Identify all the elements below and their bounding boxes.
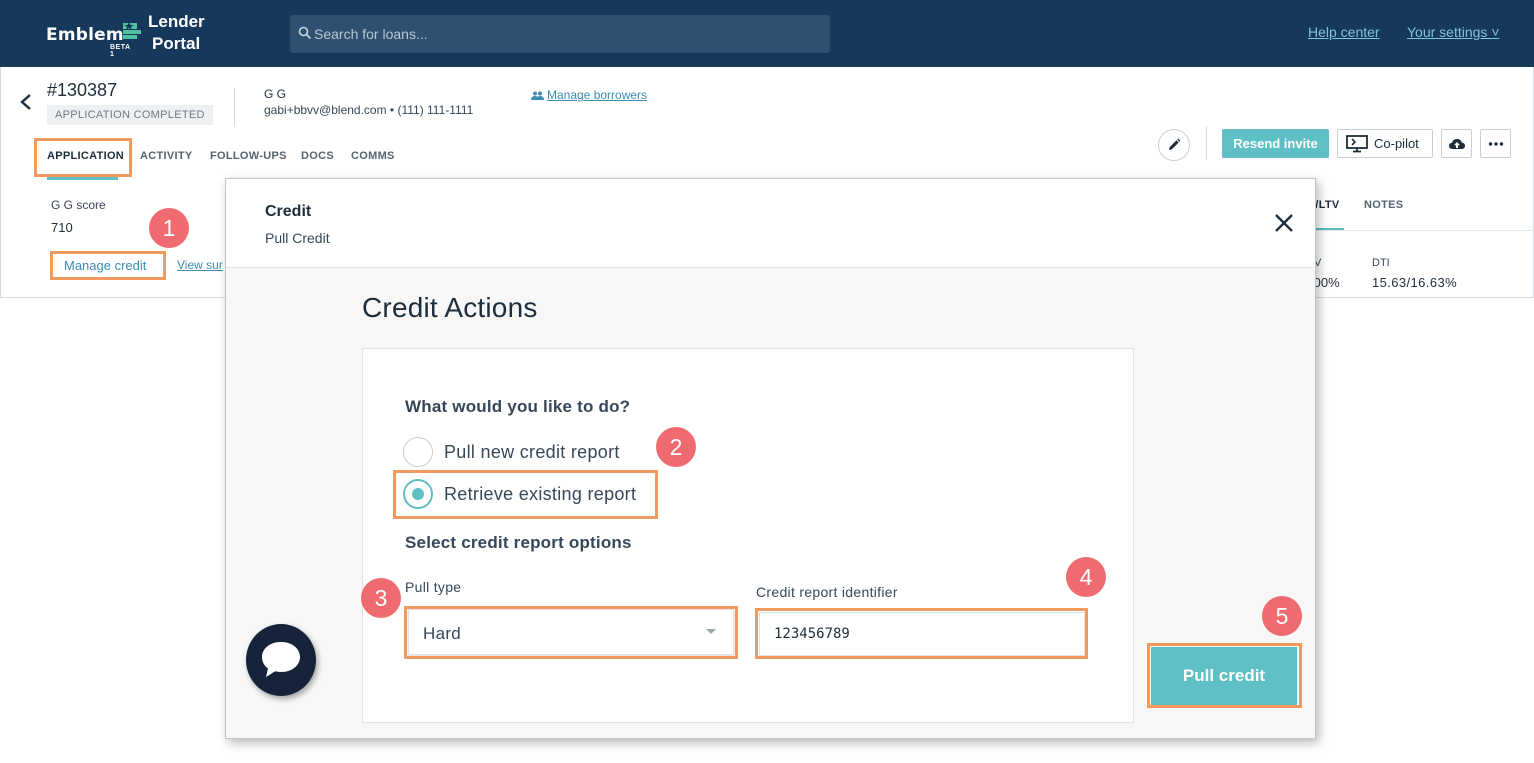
loan-search xyxy=(290,15,830,53)
callout-2: 2 xyxy=(656,427,696,467)
flag-icon xyxy=(123,22,141,39)
help-center-link[interactable]: Help center xyxy=(1308,24,1380,40)
tab-activity[interactable]: ACTIVITY xyxy=(140,150,193,162)
tab-notes[interactable]: NOTES xyxy=(1364,199,1403,211)
logo-lender: Lender xyxy=(148,12,205,31)
tab-follow-ups[interactable]: FOLLOW-UPS xyxy=(210,150,287,162)
credit-score-label: G G score xyxy=(51,198,106,212)
active-tab-indicator xyxy=(47,177,118,180)
pull-new-report-radio[interactable] xyxy=(403,437,433,467)
more-options-button[interactable] xyxy=(1480,129,1511,158)
options-heading: Select credit report options xyxy=(405,533,632,552)
pencil-icon xyxy=(1169,138,1181,150)
action-question: What would you like to do? xyxy=(405,397,631,416)
highlight-box-retrieve-option xyxy=(393,470,658,519)
highlight-box-pull-type xyxy=(404,606,738,659)
modal-title: Credit xyxy=(265,203,312,220)
search-input[interactable] xyxy=(314,15,814,53)
highlight-box-identifier xyxy=(755,608,1088,659)
upload-button[interactable] xyxy=(1441,129,1472,158)
tab-comms[interactable]: COMMS xyxy=(351,150,395,162)
credit-actions-heading: Credit Actions xyxy=(362,292,538,323)
chat-launcher[interactable] xyxy=(246,624,316,696)
credit-score-value: 710 xyxy=(51,220,73,235)
resend-invite-button[interactable]: Resend invite xyxy=(1222,129,1329,158)
manage-borrowers-label: Manage borrowers xyxy=(547,88,648,102)
loan-number: #130387 xyxy=(47,80,118,100)
top-navbar: Emblem BETA 1 Lender Portal Help center … xyxy=(0,0,1534,67)
pull-new-report-label[interactable]: Pull new credit report xyxy=(444,442,620,463)
dti-label: DTI xyxy=(1372,257,1390,269)
status-badge: APPLICATION COMPLETED xyxy=(47,105,213,125)
credit-modal: Credit Pull Credit Credit Actions What w… xyxy=(225,178,1316,739)
highlight-box-manage-credit xyxy=(50,251,166,280)
divider xyxy=(1206,126,1207,160)
your-settings-link[interactable]: Your settings ˅ xyxy=(1407,24,1500,40)
chat-bubble-icon xyxy=(262,642,300,677)
dti-value: 15.63/16.63% xyxy=(1372,275,1458,290)
search-icon xyxy=(298,26,312,40)
divider xyxy=(234,88,235,126)
people-icon xyxy=(531,91,544,100)
cloud-upload-icon xyxy=(1449,139,1465,149)
logo-text: Emblem xyxy=(46,25,124,45)
callout-1: 1 xyxy=(149,208,189,248)
edit-button[interactable] xyxy=(1158,129,1190,161)
view-summary-link[interactable]: View sur xyxy=(177,258,223,272)
callout-4: 4 xyxy=(1066,557,1106,597)
pull-type-label: Pull type xyxy=(405,579,462,595)
logo-beta: BETA 1 xyxy=(110,44,131,58)
credit-actions-card: What would you like to do? Pull new cred… xyxy=(362,348,1134,723)
borrower-contact: gabi+bbvv@blend.com • (111) 111-1111 xyxy=(264,103,474,117)
credit-report-identifier-label: Credit report identifier xyxy=(756,584,898,600)
co-pilot-label: Co-pilot xyxy=(1374,136,1419,151)
borrower-name: G G xyxy=(264,87,287,101)
modal-subtitle: Pull Credit xyxy=(265,230,330,246)
close-icon[interactable] xyxy=(1273,212,1295,234)
back-arrow-icon[interactable] xyxy=(18,92,34,112)
monitor-icon xyxy=(1346,135,1368,153)
logo-portal: Portal xyxy=(152,34,201,53)
tab-dti-ltv[interactable]: I/LTV xyxy=(1312,199,1340,211)
highlight-box-pull-credit xyxy=(1147,643,1302,708)
callout-3: 3 xyxy=(361,578,401,618)
tab-docs[interactable]: DOCS xyxy=(301,150,334,162)
highlight-box-application-tab xyxy=(34,138,132,177)
callout-5: 5 xyxy=(1262,596,1302,636)
modal-header: Credit Pull Credit xyxy=(226,179,1315,268)
co-pilot-button[interactable]: Co-pilot xyxy=(1337,129,1433,158)
manage-borrowers-link[interactable]: Manage borrowers xyxy=(531,88,647,102)
divider xyxy=(1316,230,1534,231)
more-horizontal-icon xyxy=(1488,142,1504,146)
